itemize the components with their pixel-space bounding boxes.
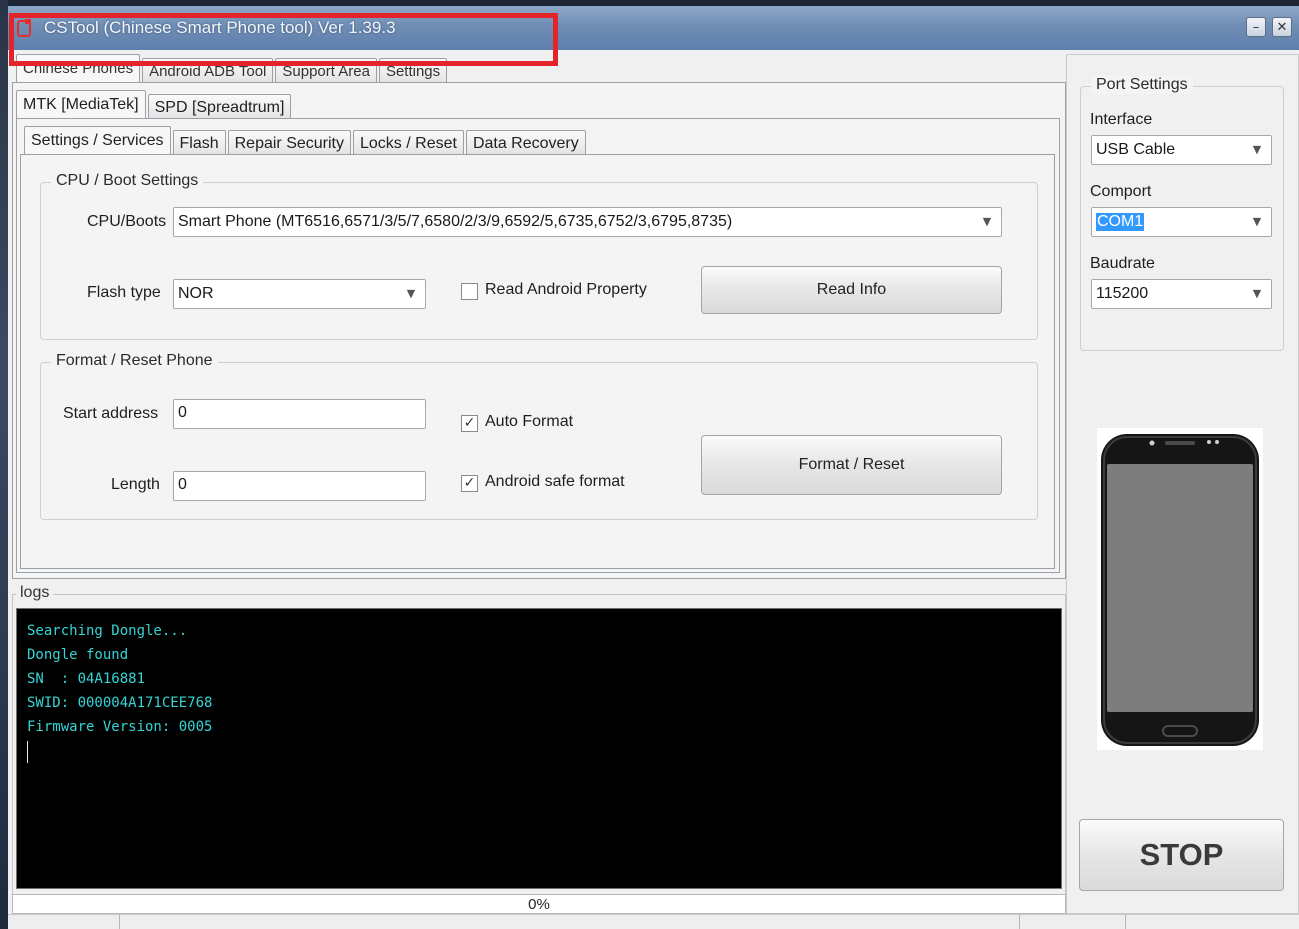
start-address-input[interactable]: 0 <box>173 399 426 429</box>
status-separator <box>1019 915 1020 929</box>
comport-label: Comport <box>1090 183 1152 200</box>
main-tab-bar: Chinese Phones Android ADB Tool Support … <box>16 54 449 82</box>
logs-title: logs <box>16 584 54 602</box>
smartphone-illustration <box>1097 428 1263 750</box>
port-settings-title: Port Settings <box>1091 76 1193 94</box>
log-console[interactable]: Searching Dongle... Dongle found SN : 04… <box>16 608 1062 889</box>
function-tab-bar: Settings / Services Flash Repair Securit… <box>24 126 588 154</box>
chevron-down-icon[interactable]: ▼ <box>1245 138 1269 162</box>
progress-bar: 0% <box>12 894 1066 914</box>
status-bar <box>8 914 1299 929</box>
android-safe-format-label: Android safe format <box>485 473 625 490</box>
cpu-boots-select[interactable]: Smart Phone (MT6516,6571/3/5/7,6580/2/3/… <box>173 207 1002 237</box>
start-address-label: Start address <box>63 405 159 422</box>
cpu-boots-label: CPU/Boots <box>87 213 167 230</box>
tab-data-recovery[interactable]: Data Recovery <box>465 130 586 154</box>
flash-type-select[interactable]: NOR ▼ <box>173 279 426 309</box>
tab-support-area[interactable]: Support Area <box>275 58 377 82</box>
tab-chinese-phones[interactable]: Chinese Phones <box>16 54 141 82</box>
length-input[interactable]: 0 <box>173 471 426 501</box>
tab-settings[interactable]: Settings <box>378 58 448 82</box>
tab-repair-security[interactable]: Repair Security <box>227 130 351 154</box>
close-button[interactable]: ✕ <box>1272 17 1292 37</box>
log-line: Searching Dongle... <box>27 623 188 639</box>
read-android-property-checkbox[interactable] <box>461 283 478 300</box>
android-safe-format-checkbox[interactable]: ✓ <box>461 475 478 492</box>
chevron-down-icon[interactable]: ▼ <box>399 282 423 306</box>
chevron-down-icon[interactable]: ▼ <box>1245 210 1269 234</box>
comport-value: COM1 <box>1096 213 1145 231</box>
interface-select[interactable]: USB Cable ▼ <box>1091 135 1272 165</box>
status-separator <box>119 915 120 929</box>
app-window: CSTool (Chinese Smart Phone tool) Ver 1.… <box>8 6 1299 929</box>
log-line: Dongle found <box>27 647 129 663</box>
title-bar[interactable]: CSTool (Chinese Smart Phone tool) Ver 1.… <box>8 6 1299 50</box>
auto-format-checkbox[interactable]: ✓ <box>461 415 478 432</box>
flash-type-value: NOR <box>178 285 214 302</box>
auto-format-label: Auto Format <box>485 413 574 430</box>
tab-spd-spreadtrum[interactable]: SPD [Spreadtrum] <box>147 94 292 118</box>
log-line: SN : 04A16881 <box>27 671 146 687</box>
comport-select[interactable]: COM1 ▼ <box>1091 207 1272 237</box>
cpu-boot-settings-group: CPU / Boot Settings <box>40 172 1038 340</box>
checkmark-icon: ✓ <box>463 475 476 491</box>
vendor-tab-bar: MTK [MediaTek] SPD [Spreadtrum] <box>16 90 293 118</box>
read-info-button[interactable]: Read Info <box>701 266 1002 314</box>
length-label: Length <box>111 476 160 493</box>
interface-label: Interface <box>1090 111 1153 128</box>
cpu-boot-settings-title: CPU / Boot Settings <box>51 172 204 190</box>
text-caret <box>27 741 28 763</box>
progress-text: 0% <box>528 896 550 913</box>
log-line: SWID: 000004A171CEE768 <box>27 695 213 711</box>
baudrate-label: Baudrate <box>1090 255 1155 272</box>
desktop-background-strip <box>0 0 8 929</box>
checkmark-icon: ✓ <box>463 415 476 431</box>
stop-button[interactable]: STOP <box>1079 819 1284 891</box>
tab-mtk-mediatek[interactable]: MTK [MediaTek] <box>16 90 146 118</box>
read-android-property-label: Read Android Property <box>485 281 647 298</box>
format-reset-title: Format / Reset Phone <box>51 352 218 370</box>
cpu-boots-value: Smart Phone (MT6516,6571/3/5/7,6580/2/3/… <box>178 213 733 230</box>
baudrate-select[interactable]: 115200 ▼ <box>1091 279 1272 309</box>
minimize-button[interactable]: – <box>1246 17 1266 37</box>
app-icon <box>16 18 34 38</box>
log-line: Firmware Version: 0005 <box>27 719 213 735</box>
baudrate-value: 115200 <box>1096 285 1149 302</box>
window-title: CSTool (Chinese Smart Phone tool) Ver 1.… <box>44 18 396 37</box>
chevron-down-icon[interactable]: ▼ <box>1245 282 1269 306</box>
tab-android-adb-tool[interactable]: Android ADB Tool <box>142 58 274 82</box>
tab-settings-services[interactable]: Settings / Services <box>24 126 171 154</box>
status-separator <box>1125 915 1126 929</box>
tab-flash[interactable]: Flash <box>172 130 226 154</box>
format-reset-button[interactable]: Format / Reset <box>701 435 1002 495</box>
tab-locks-reset[interactable]: Locks / Reset <box>353 130 464 154</box>
interface-value: USB Cable <box>1096 141 1176 158</box>
chevron-down-icon[interactable]: ▼ <box>975 210 999 234</box>
flash-type-label: Flash type <box>87 284 161 301</box>
